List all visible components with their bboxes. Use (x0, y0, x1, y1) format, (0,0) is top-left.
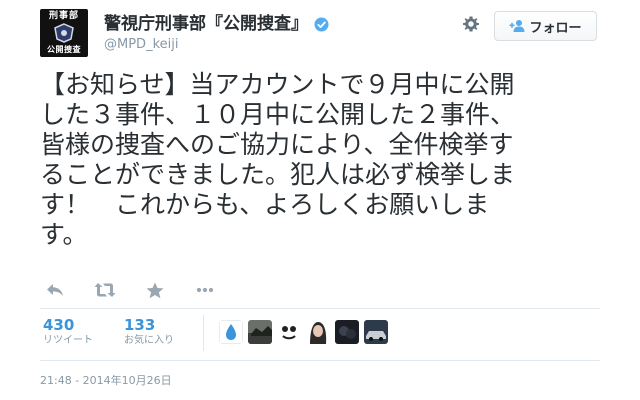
favoriter-avatars (219, 320, 399, 344)
stats-top-divider (40, 308, 600, 309)
tweet-actions (43, 278, 243, 302)
tweet-text: 【お知らせ】当アカウントで９月中に公開 した３事件、１０月中に公開した２事件、 … (40, 70, 600, 250)
avatar-bottom-text: 公開捜査 (47, 45, 81, 54)
tweet-line-2: した３事件、１０月中に公開した２事件、 (40, 100, 516, 129)
avatar-top-text: 刑事部 (48, 11, 79, 21)
favoriter-avatar[interactable] (364, 320, 388, 344)
stats-separator (203, 315, 204, 351)
stats-bottom-divider (40, 360, 600, 361)
person-add-icon (509, 19, 525, 33)
screen-name[interactable]: @MPD_keiji (104, 37, 178, 52)
verified-badge-icon (314, 17, 329, 32)
police-emblem-icon (54, 23, 74, 43)
tweet-line-6: す。 (40, 220, 88, 249)
retweet-icon[interactable] (93, 278, 117, 302)
favoriter-avatar[interactable] (277, 320, 301, 344)
star-icon[interactable] (143, 278, 167, 302)
tweet-line-3: 皆様の捜査へのご協力により、全件検挙す (40, 130, 514, 159)
retweet-count-label: リツイート (43, 335, 93, 346)
tweet-timestamp[interactable]: 21:48 - 2014年10月26日 (40, 372, 172, 388)
favoriter-avatar[interactable] (248, 320, 272, 344)
account-header: 警視庁刑事部『公開捜査』 (104, 13, 329, 35)
favoriter-avatar[interactable] (219, 320, 243, 344)
retweet-count-value: 430 (43, 316, 75, 334)
tweet-line-1: 【お知らせ】当アカウントで９月中に公開 (40, 70, 515, 99)
tweet-line-5: す！ これからも、よろしくお願いしま (40, 190, 490, 219)
favoriter-avatar[interactable] (306, 320, 330, 344)
reply-icon[interactable] (43, 278, 67, 302)
favorite-count-label: お気に入り (124, 335, 174, 346)
favorite-count[interactable]: 133 お気に入り (124, 316, 174, 348)
favorite-count-value: 133 (124, 316, 156, 334)
tweet-line-4: ることができました。犯人は必ず検挙しま (40, 160, 516, 189)
avatar[interactable]: 刑事部 公開捜査 (40, 9, 88, 57)
follow-label: フォロー (529, 20, 582, 36)
favoriter-avatar[interactable] (335, 320, 359, 344)
retweet-count[interactable]: 430 リツイート (43, 316, 93, 348)
more-icon[interactable] (193, 278, 217, 302)
display-name[interactable]: 警視庁刑事部『公開捜査』 (104, 13, 308, 35)
follow-button[interactable]: フォロー (494, 11, 597, 41)
gear-icon[interactable] (462, 15, 480, 33)
